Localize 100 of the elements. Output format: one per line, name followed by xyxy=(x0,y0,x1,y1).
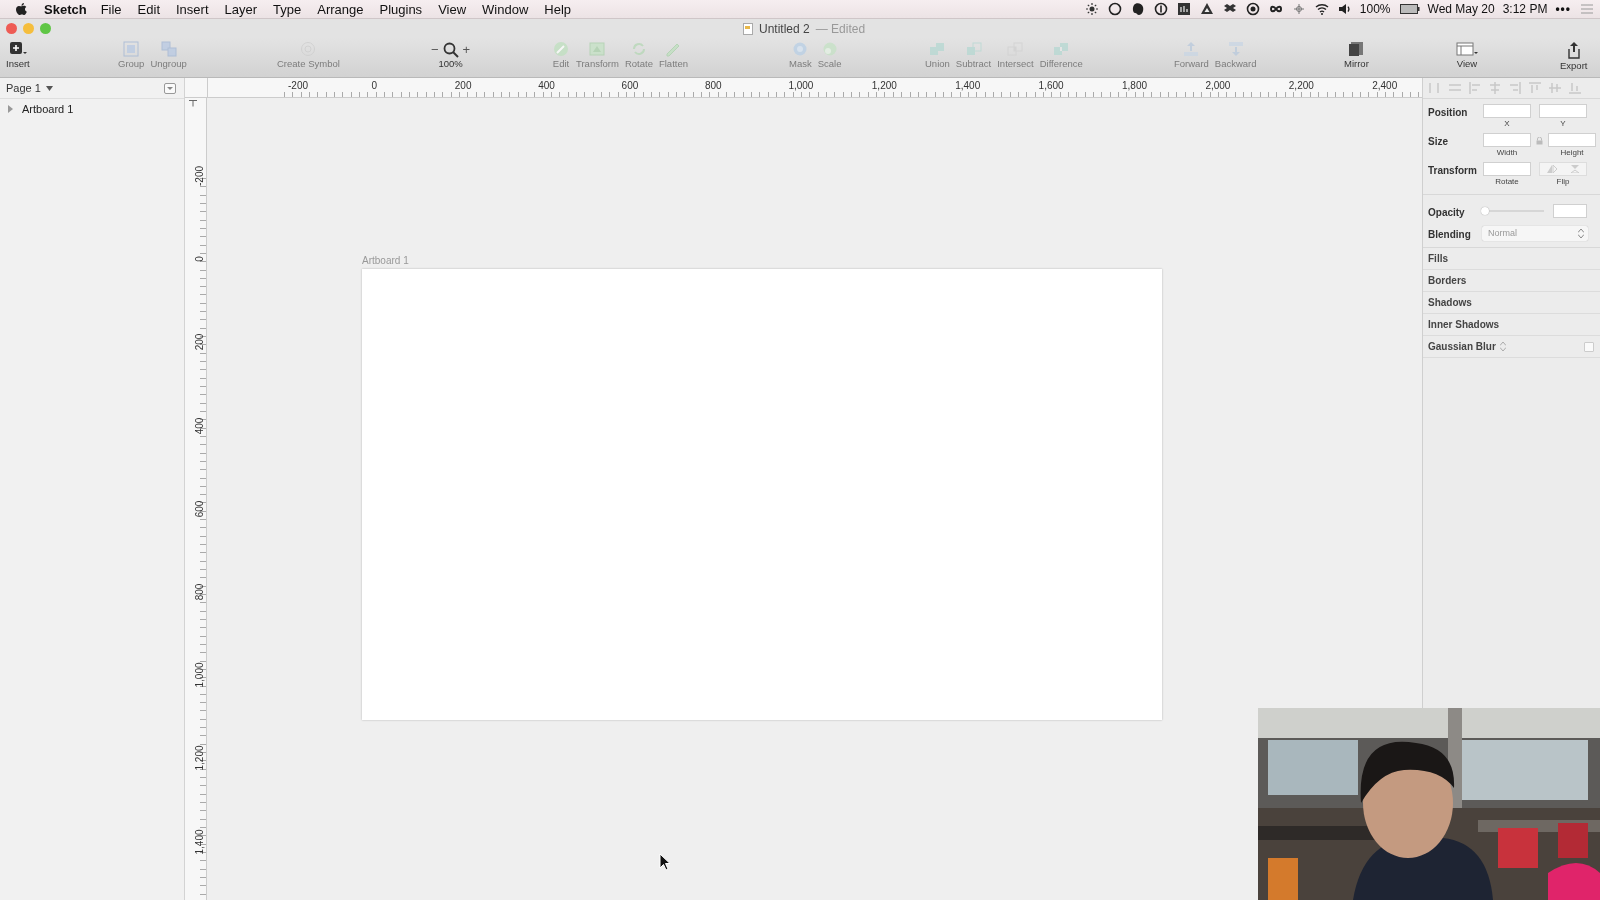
align-top-icon[interactable] xyxy=(1528,81,1542,95)
section-header[interactable]: Borders xyxy=(1428,275,1467,286)
crosshair-icon[interactable] xyxy=(1291,2,1306,16)
ruler-label: 200 xyxy=(194,333,205,353)
exclamation-circle-icon[interactable] xyxy=(1153,2,1168,16)
blob-icon[interactable] xyxy=(1130,2,1145,16)
field-caption: Y xyxy=(1560,119,1566,128)
tile-icon[interactable] xyxy=(1176,2,1191,16)
menu-item[interactable]: File xyxy=(100,1,122,17)
toolbar-button[interactable]: Mirror xyxy=(1342,41,1371,69)
property-label: Opacity xyxy=(1428,206,1466,218)
align-left-icon[interactable] xyxy=(1468,81,1482,95)
menu-item[interactable]: Arrange xyxy=(317,1,364,17)
page-dropdown[interactable]: Page 1 xyxy=(6,82,53,94)
ruler-label: 0 xyxy=(371,80,377,91)
align-middle-icon[interactable] xyxy=(1548,81,1562,95)
opacity-slider[interactable] xyxy=(1482,207,1544,215)
align-center-icon[interactable] xyxy=(1488,81,1502,95)
property-label: Size xyxy=(1428,135,1449,147)
menu-item[interactable]: Plugins xyxy=(379,1,423,17)
align-bottom-icon[interactable] xyxy=(1568,81,1582,95)
circle-icon[interactable] xyxy=(1245,2,1260,16)
clock-date[interactable]: Wed May 20 xyxy=(1427,2,1495,16)
artboard[interactable] xyxy=(362,269,1162,720)
toolbar-button[interactable]: View xyxy=(1454,41,1480,69)
document-icon xyxy=(743,23,753,35)
distribute-horizontal-icon[interactable] xyxy=(1428,81,1442,95)
property-label: Position xyxy=(1428,106,1469,118)
edited-status: — Edited xyxy=(815,22,866,36)
search-icon[interactable] xyxy=(442,41,459,58)
window-title: Untitled 2 xyxy=(759,22,810,36)
menu-item[interactable]: View xyxy=(438,1,467,17)
menu-item[interactable]: Help xyxy=(544,1,572,17)
section-dropdown[interactable]: Gaussian Blur xyxy=(1428,341,1506,352)
field-caption: Rotate xyxy=(1495,177,1519,186)
battery-icon[interactable] xyxy=(1399,3,1420,15)
app-menu[interactable]: Sketch xyxy=(44,1,87,17)
number-field[interactable] xyxy=(1483,162,1531,176)
flip-control[interactable] xyxy=(1539,162,1587,176)
align-right-icon[interactable] xyxy=(1508,81,1522,95)
toolbar-button[interactable]: Export xyxy=(1558,41,1590,71)
toolbar-button[interactable]: Insert xyxy=(4,41,32,69)
section-header[interactable]: Shadows xyxy=(1428,297,1472,308)
artboard-row[interactable]: Artboard 1 xyxy=(0,99,184,119)
ruler-label: 2,400 xyxy=(1372,80,1398,91)
slider-thumb[interactable] xyxy=(1481,207,1489,215)
close-button[interactable] xyxy=(6,23,17,34)
frame-icon xyxy=(588,41,607,57)
ruler-label: 2,000 xyxy=(1205,80,1231,91)
ruler-label: 1,800 xyxy=(1122,80,1148,91)
number-field[interactable] xyxy=(1539,104,1587,118)
squares-icon xyxy=(122,41,141,57)
ruler-label: 800 xyxy=(194,582,205,603)
speaker-icon[interactable] xyxy=(1337,2,1352,16)
field-caption: X xyxy=(1504,119,1510,128)
difference-icon xyxy=(1052,41,1071,57)
pencil-circle-icon xyxy=(552,41,570,57)
field-caption: Height xyxy=(1560,148,1584,157)
property-label: Blending xyxy=(1428,228,1472,240)
ring-icon[interactable] xyxy=(1107,2,1122,16)
disclosure-triangle-icon[interactable] xyxy=(8,105,14,113)
wifi-icon[interactable] xyxy=(1314,2,1329,16)
menu-item[interactable]: Layer xyxy=(224,1,258,17)
section-header[interactable]: Fills xyxy=(1428,253,1448,264)
ruler-label: 400 xyxy=(194,416,205,436)
number-field[interactable] xyxy=(1548,133,1596,147)
lock-icon xyxy=(1536,137,1543,145)
flip-horizontal-icon xyxy=(1546,165,1557,173)
window-icon xyxy=(1456,41,1478,57)
ruler-label: 600 xyxy=(194,499,205,520)
collapse-icon[interactable] xyxy=(164,82,176,94)
menu-item[interactable]: Window xyxy=(482,1,529,17)
arrow-up-icon xyxy=(1182,41,1201,57)
menu-item[interactable]: Insert xyxy=(176,1,209,17)
ruler-label: 2,200 xyxy=(1288,80,1314,91)
stepper-icon xyxy=(1578,228,1584,238)
opacity-field[interactable] xyxy=(1553,204,1587,218)
number-field[interactable] xyxy=(1483,104,1531,118)
field-caption: Flip xyxy=(1556,177,1570,186)
ruler-label: 200 xyxy=(454,80,472,91)
number-field[interactable] xyxy=(1483,133,1531,147)
section-header[interactable]: Inner Shadows xyxy=(1428,319,1500,330)
checkbox[interactable] xyxy=(1584,341,1594,352)
ruler-label: 1,600 xyxy=(1038,80,1064,91)
clock-time[interactable]: 3:12 PM xyxy=(1502,2,1548,16)
apple-logo-icon[interactable] xyxy=(15,1,28,17)
sun-icon[interactable] xyxy=(1084,2,1099,16)
zoom-out-button[interactable]: − xyxy=(431,42,439,57)
property-label: Transform xyxy=(1428,164,1478,176)
ruler-label: 1,000 xyxy=(788,80,814,91)
zoom-button[interactable] xyxy=(40,23,51,34)
triangle-icon[interactable] xyxy=(1199,2,1214,16)
more-menu[interactable]: ••• xyxy=(1555,2,1571,16)
menu-item[interactable]: Edit xyxy=(137,1,160,17)
ruler-label: 1,400 xyxy=(194,828,205,857)
ruler-label: 1,000 xyxy=(194,661,205,690)
list-icon[interactable] xyxy=(1580,3,1594,15)
menu-item[interactable]: Type xyxy=(273,1,302,17)
zoom-in-button[interactable]: + xyxy=(462,42,471,57)
minimize-button[interactable] xyxy=(23,23,34,34)
